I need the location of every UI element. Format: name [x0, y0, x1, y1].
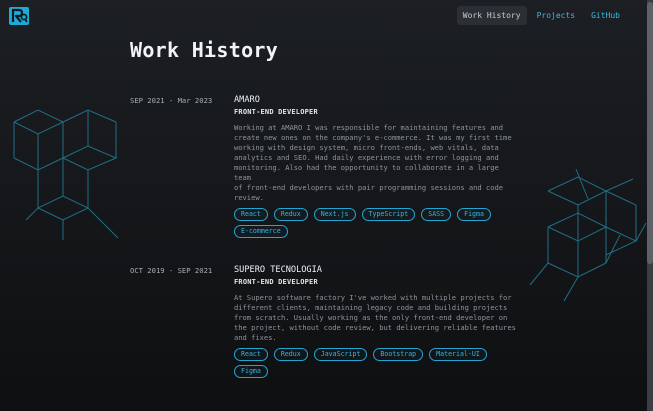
job-role: FRONT-END DEVELOPER [234, 108, 318, 116]
job-description: Working at AMARO I was responsible for m… [234, 123, 512, 202]
tag-redux: Redux [273, 208, 308, 221]
tag-javascript: JavaScript [313, 348, 368, 361]
nav-github[interactable]: GitHub [585, 6, 626, 25]
top-navigation: Work History Projects GitHub [456, 6, 626, 25]
tech-tags: React Redux JavaScript Bootstrap Materia… [234, 348, 494, 378]
site-logo[interactable] [9, 7, 29, 25]
vertical-scrollbar[interactable] [647, 0, 653, 411]
scrollbar-thumb[interactable] [647, 2, 653, 264]
tag-typescript: TypeScript [361, 208, 416, 221]
tag-nextjs: Next.js [313, 208, 356, 221]
page: Work History Projects GitHub Work Histor… [0, 0, 647, 411]
tag-figma: Figma [234, 365, 268, 378]
job-dates: SEP 2021 - Mar 2023 [130, 96, 213, 105]
nav-work-history[interactable]: Work History [456, 6, 527, 25]
tag-bootstrap: Bootstrap [373, 348, 424, 361]
job-role: FRONT-END DEVELOPER [234, 278, 318, 286]
tag-sass: SASS [421, 208, 452, 221]
rq-logo-icon [11, 8, 28, 23]
left-cube-decoration [13, 109, 119, 240]
job-body: AMARO FRONT-END DEVELOPER Working at AMA… [234, 95, 516, 238]
tag-redux: Redux [273, 348, 308, 361]
job-body: SUPERO TECNOLOGIA FRONT-END DEVELOPER At… [234, 265, 516, 378]
right-cube-decoration [529, 168, 647, 302]
tag-figma: Figma [457, 208, 491, 221]
job-description: At Supero software factory I've worked w… [234, 293, 516, 342]
company-name: SUPERO TECNOLOGIA [234, 265, 322, 275]
page-title: Work History [130, 38, 279, 62]
tag-ecommerce: E-commerce [234, 225, 288, 238]
tag-react: React [234, 208, 268, 221]
job-dates: OCT 2019 - SEP 2021 [130, 266, 213, 275]
tech-tags: React Redux Next.js TypeScript SASS Figm… [234, 208, 494, 238]
tag-material-ui: Material-UI [429, 348, 487, 361]
company-name: AMARO [234, 95, 260, 105]
tag-react: React [234, 348, 268, 361]
nav-projects[interactable]: Projects [531, 6, 582, 25]
